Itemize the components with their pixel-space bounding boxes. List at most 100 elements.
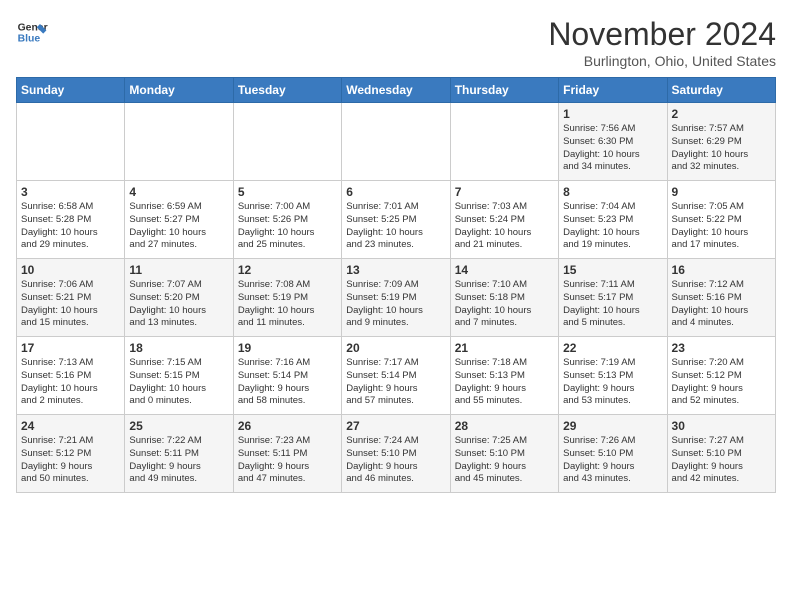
day-info: Sunrise: 7:07 AM Sunset: 5:20 PM Dayligh… — [129, 279, 228, 330]
calendar-week-row: 17 Sunrise: 7:13 AM Sunset: 5:16 PM Dayli… — [17, 337, 776, 415]
day-number: 29 — [563, 419, 662, 433]
day-number: 25 — [129, 419, 228, 433]
day-info: Sunrise: 7:26 AM Sunset: 5:10 PM Dayligh… — [563, 435, 662, 486]
day-info: Sunrise: 6:59 AM Sunset: 5:27 PM Dayligh… — [129, 201, 228, 252]
day-number: 6 — [346, 185, 445, 199]
calendar-week-row: 1 Sunrise: 7:56 AM Sunset: 6:30 PM Daylig… — [17, 103, 776, 181]
logo-icon: General Blue — [16, 16, 48, 48]
day-number: 20 — [346, 341, 445, 355]
day-number: 14 — [455, 263, 554, 277]
calendar-day-cell: 9Sunrise: 7:05 AM Sunset: 5:22 PM Daylig… — [667, 181, 775, 259]
day-number: 2 — [672, 107, 771, 121]
calendar-day-cell: 21Sunrise: 7:18 AM Sunset: 5:13 PM Dayli… — [450, 337, 558, 415]
calendar-day-cell: 23 Sunrise: 7:20 AM Sunset: 5:12 PM Dayli… — [667, 337, 775, 415]
day-number: 26 — [238, 419, 337, 433]
day-info: Sunrise: 7:19 AM Sunset: 5:13 PM Dayligh… — [563, 357, 662, 408]
day-info: Sunrise: 7:12 AM Sunset: 5:16 PM Dayligh… — [672, 279, 771, 330]
calendar-day-cell: 1 Sunrise: 7:56 AM Sunset: 6:30 PM Daylig… — [559, 103, 667, 181]
page-header: General Blue November 2024 Burlington, O… — [16, 16, 776, 69]
day-number: 7 — [455, 185, 554, 199]
day-of-week-header: Saturday — [667, 78, 775, 103]
day-number: 13 — [346, 263, 445, 277]
day-info: Sunrise: 7:10 AM Sunset: 5:18 PM Dayligh… — [455, 279, 554, 330]
calendar-day-cell: 24 Sunrise: 7:21 AM Sunset: 5:12 PM Dayli… — [17, 415, 125, 493]
calendar-day-cell: 14 Sunrise: 7:10 AM Sunset: 5:18 PM Dayli… — [450, 259, 558, 337]
day-info: Sunrise: 7:03 AM Sunset: 5:24 PM Dayligh… — [455, 201, 554, 252]
day-of-week-header: Wednesday — [342, 78, 450, 103]
calendar-day-cell: 19 Sunrise: 7:16 AM Sunset: 5:14 PM Dayli… — [233, 337, 341, 415]
calendar-day-cell — [233, 103, 341, 181]
calendar-day-cell: 12 Sunrise: 7:08 AM Sunset: 5:19 PM Dayli… — [233, 259, 341, 337]
calendar-day-cell: 20 Sunrise: 7:17 AM Sunset: 5:14 PM Dayli… — [342, 337, 450, 415]
calendar-header-row: SundayMondayTuesdayWednesdayThursdayFrid… — [17, 78, 776, 103]
day-number: 23 — [672, 341, 771, 355]
calendar-week-row: 3 Sunrise: 6:58 AM Sunset: 5:28 PM Daylig… — [17, 181, 776, 259]
calendar-week-row: 10 Sunrise: 7:06 AM Sunset: 5:21 PM Dayli… — [17, 259, 776, 337]
calendar-day-cell: 22 Sunrise: 7:19 AM Sunset: 5:13 PM Dayli… — [559, 337, 667, 415]
calendar-day-cell: 27Sunrise: 7:24 AM Sunset: 5:10 PM Dayli… — [342, 415, 450, 493]
calendar-week-row: 24 Sunrise: 7:21 AM Sunset: 5:12 PM Dayli… — [17, 415, 776, 493]
day-number: 21 — [455, 341, 554, 355]
calendar-body: 1 Sunrise: 7:56 AM Sunset: 6:30 PM Daylig… — [17, 103, 776, 493]
calendar-day-cell: 28 Sunrise: 7:25 AM Sunset: 5:10 PM Dayli… — [450, 415, 558, 493]
calendar-day-cell — [342, 103, 450, 181]
day-number: 24 — [21, 419, 120, 433]
day-info: Sunrise: 7:08 AM Sunset: 5:19 PM Dayligh… — [238, 279, 337, 330]
day-info: Sunrise: 7:13 AM Sunset: 5:16 PM Dayligh… — [21, 357, 120, 408]
day-info: Sunrise: 7:20 AM Sunset: 5:12 PM Dayligh… — [672, 357, 771, 408]
month-year-title: November 2024 — [548, 16, 776, 53]
calendar-day-cell — [17, 103, 125, 181]
day-info: Sunrise: 7:22 AM Sunset: 5:11 PM Dayligh… — [129, 435, 228, 486]
day-info: Sunrise: 7:17 AM Sunset: 5:14 PM Dayligh… — [346, 357, 445, 408]
day-of-week-header: Tuesday — [233, 78, 341, 103]
day-of-week-header: Thursday — [450, 78, 558, 103]
location-subtitle: Burlington, Ohio, United States — [548, 53, 776, 69]
day-number: 11 — [129, 263, 228, 277]
calendar-day-cell: 15Sunrise: 7:11 AM Sunset: 5:17 PM Dayli… — [559, 259, 667, 337]
day-info: Sunrise: 7:04 AM Sunset: 5:23 PM Dayligh… — [563, 201, 662, 252]
day-number: 19 — [238, 341, 337, 355]
day-info: Sunrise: 6:58 AM Sunset: 5:28 PM Dayligh… — [21, 201, 120, 252]
day-number: 18 — [129, 341, 228, 355]
day-number: 5 — [238, 185, 337, 199]
calendar-day-cell: 6 Sunrise: 7:01 AM Sunset: 5:25 PM Daylig… — [342, 181, 450, 259]
day-number: 22 — [563, 341, 662, 355]
calendar-day-cell: 3 Sunrise: 6:58 AM Sunset: 5:28 PM Daylig… — [17, 181, 125, 259]
calendar-day-cell: 29 Sunrise: 7:26 AM Sunset: 5:10 PM Dayli… — [559, 415, 667, 493]
calendar-day-cell: 10 Sunrise: 7:06 AM Sunset: 5:21 PM Dayli… — [17, 259, 125, 337]
calendar-day-cell: 30 Sunrise: 7:27 AM Sunset: 5:10 PM Dayli… — [667, 415, 775, 493]
day-of-week-header: Friday — [559, 78, 667, 103]
day-number: 1 — [563, 107, 662, 121]
calendar-day-cell — [450, 103, 558, 181]
calendar-day-cell: 4 Sunrise: 6:59 AM Sunset: 5:27 PM Daylig… — [125, 181, 233, 259]
day-info: Sunrise: 7:01 AM Sunset: 5:25 PM Dayligh… — [346, 201, 445, 252]
day-number: 28 — [455, 419, 554, 433]
day-info: Sunrise: 7:11 AM Sunset: 5:17 PM Dayligh… — [563, 279, 662, 330]
day-info: Sunrise: 7:21 AM Sunset: 5:12 PM Dayligh… — [21, 435, 120, 486]
day-info: Sunrise: 7:16 AM Sunset: 5:14 PM Dayligh… — [238, 357, 337, 408]
day-number: 8 — [563, 185, 662, 199]
day-info: Sunrise: 7:06 AM Sunset: 5:21 PM Dayligh… — [21, 279, 120, 330]
calendar-day-cell: 13 Sunrise: 7:09 AM Sunset: 5:19 PM Dayli… — [342, 259, 450, 337]
day-number: 3 — [21, 185, 120, 199]
day-number: 4 — [129, 185, 228, 199]
day-info: Sunrise: 7:25 AM Sunset: 5:10 PM Dayligh… — [455, 435, 554, 486]
day-number: 16 — [672, 263, 771, 277]
day-info: Sunrise: 7:27 AM Sunset: 5:10 PM Dayligh… — [672, 435, 771, 486]
calendar-day-cell: 26Sunrise: 7:23 AM Sunset: 5:11 PM Dayli… — [233, 415, 341, 493]
day-info: Sunrise: 7:15 AM Sunset: 5:15 PM Dayligh… — [129, 357, 228, 408]
calendar-table: SundayMondayTuesdayWednesdayThursdayFrid… — [16, 77, 776, 493]
day-number: 17 — [21, 341, 120, 355]
day-info: Sunrise: 7:57 AM Sunset: 6:29 PM Dayligh… — [672, 123, 771, 174]
calendar-day-cell: 17 Sunrise: 7:13 AM Sunset: 5:16 PM Dayli… — [17, 337, 125, 415]
calendar-day-cell: 7 Sunrise: 7:03 AM Sunset: 5:24 PM Daylig… — [450, 181, 558, 259]
day-number: 30 — [672, 419, 771, 433]
day-number: 12 — [238, 263, 337, 277]
calendar-day-cell: 11 Sunrise: 7:07 AM Sunset: 5:20 PM Dayli… — [125, 259, 233, 337]
day-info: Sunrise: 7:56 AM Sunset: 6:30 PM Dayligh… — [563, 123, 662, 174]
day-info: Sunrise: 7:00 AM Sunset: 5:26 PM Dayligh… — [238, 201, 337, 252]
calendar-day-cell — [125, 103, 233, 181]
day-number: 10 — [21, 263, 120, 277]
day-number: 9 — [672, 185, 771, 199]
day-info: Sunrise: 7:09 AM Sunset: 5:19 PM Dayligh… — [346, 279, 445, 330]
